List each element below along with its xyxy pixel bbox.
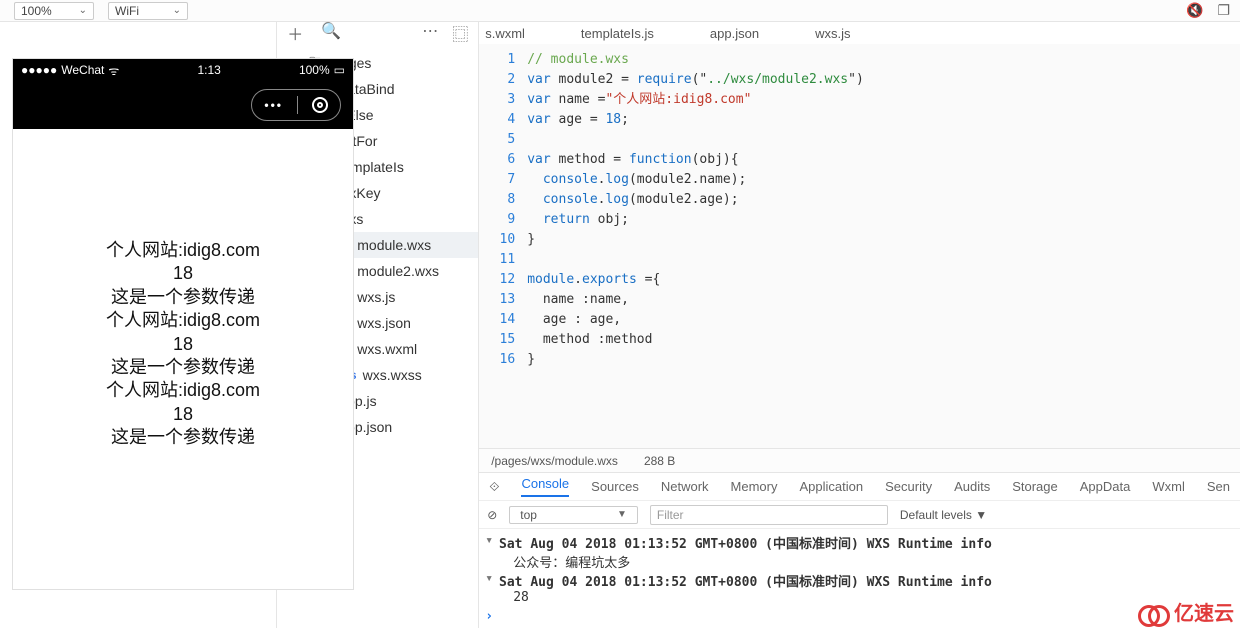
devtools-tab-memory[interactable]: Memory	[731, 479, 778, 494]
editor-tab[interactable]: app.json	[710, 26, 759, 41]
page-text: 个人网站:idig8.com	[106, 309, 260, 332]
editor-tab[interactable]: templateIs.js	[581, 26, 654, 41]
signal-icon: ●●●●●	[21, 63, 57, 77]
page-text: 这是一个参数传递	[111, 286, 255, 309]
carrier-label: WeChat	[61, 63, 104, 77]
devtools-tab-console[interactable]: Console	[521, 476, 569, 497]
console-prompt-icon: ›	[485, 609, 493, 624]
clear-console-icon[interactable]: ⊘	[487, 508, 497, 522]
page-text: 18	[173, 403, 193, 426]
zoom-select[interactable]: 100% ⌄	[14, 2, 94, 20]
battery-pct: 100%	[299, 63, 330, 77]
tree-item-label: wxs.wxml	[357, 341, 417, 357]
tree-item-label: wxs.wxss	[363, 367, 422, 383]
file-path: /pages/wxs/module.wxs	[491, 454, 618, 468]
editor-tabs: s.wxml templateIs.js app.json wxs.js	[479, 22, 1240, 44]
page-text: 个人网站:idig8.com	[106, 379, 260, 402]
device-toolbar: 100% ⌄ WiFi ⌄ 🔇 ❐	[0, 0, 1240, 22]
more-icon[interactable]: ⋯	[422, 21, 438, 45]
close-target-icon[interactable]	[312, 97, 328, 113]
twisty-icon[interactable]: ▾	[485, 571, 493, 586]
console-entry-body: 公众号：编程坑太多	[485, 552, 1234, 571]
watermark-icon	[1138, 601, 1168, 623]
devtools-tab-sources[interactable]: Sources	[591, 479, 639, 494]
console-toolbar: ⊘ top ▼ Filter Default levels ▼	[479, 500, 1240, 528]
window-icon[interactable]: ❐	[1217, 2, 1230, 19]
capsule-divider	[297, 96, 298, 114]
editor-tab[interactable]: s.wxml	[485, 26, 525, 41]
phone-nav-bar: •••	[13, 81, 353, 129]
panel-toggle-icon[interactable]: ⿴	[452, 21, 468, 45]
inspect-icon[interactable]: ⟐	[489, 479, 499, 495]
console-entry-header: Sat Aug 04 2018 01:13:52 GMT+0800 (中国标准时…	[499, 571, 992, 590]
tree-item-label: module.wxs	[357, 237, 431, 253]
devtools-tab-sen[interactable]: Sen	[1207, 479, 1230, 494]
editor-status-bar: /pages/wxs/module.wxs 288 B	[479, 448, 1240, 472]
console-output: ▾ Sat Aug 04 2018 01:13:52 GMT+0800 (中国标准…	[479, 528, 1240, 628]
file-size: 288 B	[644, 454, 675, 468]
devtools-tab-storage[interactable]: Storage	[1012, 479, 1058, 494]
devtools-tab-audits[interactable]: Audits	[954, 479, 990, 494]
tree-item-label: module2.wxs	[357, 263, 439, 279]
chevron-down-icon: ⌄	[173, 5, 181, 16]
phone-time: 1:13	[119, 63, 299, 77]
search-icon[interactable]: 🔍	[321, 21, 341, 45]
network-select[interactable]: WiFi ⌄	[108, 2, 188, 20]
watermark: 亿速云	[1138, 597, 1234, 626]
console-levels-select[interactable]: Default levels ▼	[900, 508, 987, 522]
page-text: 18	[173, 333, 193, 356]
page-text: 个人网站:idig8.com	[106, 239, 260, 262]
tree-item-label: wxs.json	[357, 315, 411, 331]
console-input[interactable]	[501, 609, 1101, 624]
console-context-select[interactable]: top ▼	[509, 506, 638, 524]
page-text: 这是一个参数传递	[111, 356, 255, 379]
watermark-text: 亿速云	[1174, 597, 1234, 626]
chevron-down-icon: ▼	[617, 509, 627, 520]
simulator-panel: ●●●●● WeChat ᯤ 1:13 100% ▭ ••• 个人网站:idig…	[0, 22, 276, 628]
phone-frame: ●●●●● WeChat ᯤ 1:13 100% ▭ ••• 个人网站:idig…	[12, 58, 354, 590]
network-value: WiFi	[115, 4, 139, 18]
wifi-icon: ᯤ	[108, 62, 119, 79]
add-icon[interactable]: ＋	[287, 21, 303, 45]
code-editor[interactable]: 12345678910111213141516 // module.wxs va…	[479, 44, 1240, 448]
devtools-tab-network[interactable]: Network	[661, 479, 709, 494]
phone-status-bar: ●●●●● WeChat ᯤ 1:13 100% ▭	[13, 59, 353, 81]
tree-item-label: wxs.js	[357, 289, 395, 305]
devtools-tab-security[interactable]: Security	[885, 479, 932, 494]
devtools-tab-application[interactable]: Application	[800, 479, 864, 494]
battery-icon: ▭	[334, 63, 345, 77]
editor-tab[interactable]: wxs.js	[815, 26, 850, 41]
more-icon[interactable]: •••	[264, 98, 283, 112]
page-text: 18	[173, 262, 193, 285]
console-filter-input[interactable]: Filter	[650, 505, 888, 525]
zoom-value: 100%	[21, 4, 52, 18]
devtools-tabs: ⟐ Console Sources Network Memory Application…	[479, 472, 1240, 500]
capsule: •••	[251, 89, 341, 121]
mute-icon[interactable]: 🔇	[1186, 2, 1203, 19]
console-entry-body: 28	[485, 590, 1234, 605]
console-entry-header: Sat Aug 04 2018 01:13:52 GMT+0800 (中国标准时…	[499, 533, 992, 552]
devtools-tab-appdata[interactable]: AppData	[1080, 479, 1131, 494]
phone-page-content: 个人网站:idig8.com18这是一个参数传递个人网站:idig8.com18…	[13, 129, 353, 589]
page-text: 这是一个参数传递	[111, 426, 255, 449]
devtools-tab-wxml[interactable]: Wxml	[1152, 479, 1185, 494]
twisty-icon[interactable]: ▾	[485, 533, 493, 548]
chevron-down-icon: ⌄	[79, 5, 87, 16]
editor-panel: s.wxml templateIs.js app.json wxs.js 123456…	[478, 22, 1240, 628]
